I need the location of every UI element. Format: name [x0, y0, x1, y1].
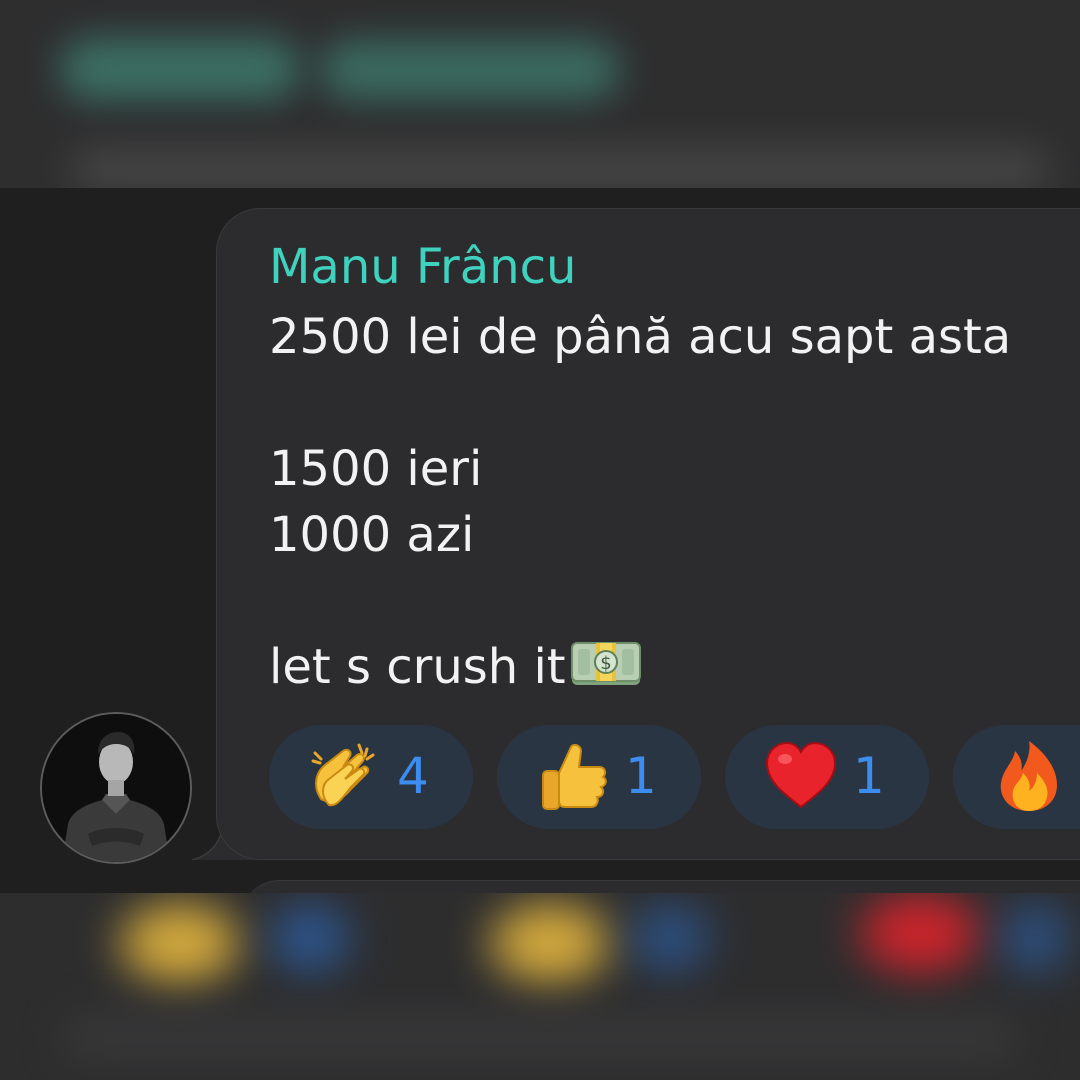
- thumbs-up-icon: [542, 743, 607, 810]
- blurred-next-message: [0, 893, 1080, 1080]
- blurred-sender-name-part: [320, 40, 620, 100]
- message-line-with-emoji: let s crush it $: [269, 639, 642, 695]
- blurred-emoji: [490, 903, 610, 983]
- message-text: let s crush it: [269, 639, 566, 695]
- reaction-count: 4: [397, 747, 429, 805]
- reaction-count: 1: [625, 747, 657, 805]
- message-bubble[interactable]: Manu Frâncu 2500 lei de până acu sapt as…: [216, 208, 1080, 860]
- blurred-message-text: [70, 150, 1050, 188]
- svg-text:$: $: [600, 653, 611, 674]
- blurred-count: [270, 903, 350, 973]
- money-bag-icon: $: [570, 642, 641, 685]
- avatar[interactable]: [40, 712, 192, 864]
- avatar-photo: [42, 714, 190, 862]
- red-heart-icon: [765, 741, 837, 809]
- reaction-heart[interactable]: 1: [725, 725, 929, 829]
- blurred-previous-message: [0, 0, 1080, 188]
- blurred-message-text: [60, 1013, 1020, 1063]
- chat-screenshot: Manu Frâncu 2500 lei de până acu sapt as…: [0, 0, 1080, 1080]
- reaction-thumbs-up[interactable]: 1: [497, 725, 701, 829]
- sender-name[interactable]: Manu Frâncu: [269, 239, 576, 295]
- next-message-bubble-edge: [240, 880, 1080, 893]
- chat-area: Manu Frâncu 2500 lei de până acu sapt as…: [0, 188, 1080, 893]
- blurred-count: [630, 903, 710, 973]
- blurred-emoji: [860, 893, 980, 973]
- message-line: 1000 azi: [269, 507, 475, 563]
- blurred-count: [1000, 903, 1070, 973]
- reaction-clap[interactable]: 4: [269, 725, 473, 829]
- clapping-hands-icon: [311, 743, 375, 807]
- reaction-fire[interactable]: [953, 725, 1080, 829]
- fire-icon: [1000, 741, 1057, 811]
- blurred-emoji: [120, 903, 240, 983]
- blurred-sender-name: [60, 38, 300, 100]
- message-line: 2500 lei de până acu sapt asta: [269, 309, 1012, 365]
- message-line: 1500 ieri: [269, 441, 483, 497]
- reaction-count: 1: [853, 747, 885, 805]
